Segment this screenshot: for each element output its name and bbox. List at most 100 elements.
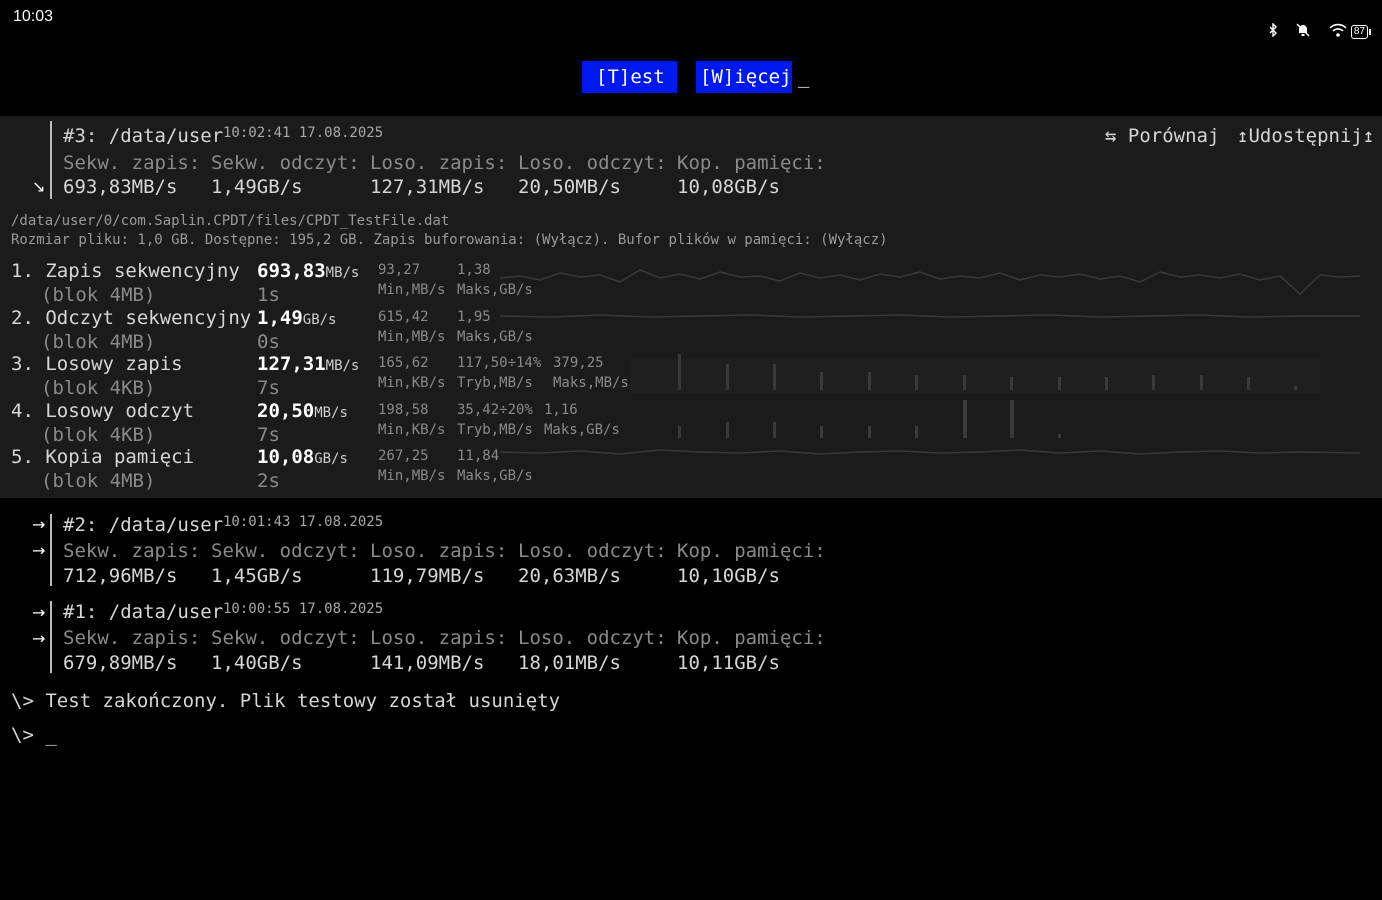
more-button[interactable]: [W]ięcej (696, 61, 792, 93)
status-icons: 87 (1254, 8, 1372, 55)
value-mem-copy: 10,11GB/s (677, 652, 780, 674)
toolbar-cursor: _ (798, 66, 810, 88)
graph-seq-read (500, 314, 1360, 318)
test-duration: 1s (257, 284, 280, 306)
test-duration: 7s (257, 377, 280, 399)
stat-value: 165,62 (378, 355, 429, 371)
console-message: \> Test zakończony. Plik testowy został … (11, 690, 561, 712)
console-prompt[interactable]: \> _ (11, 724, 57, 746)
stat-value: 1,38 (457, 262, 491, 278)
stat-label: Min,MB/s (378, 329, 446, 345)
test-unit: MB/s (325, 265, 360, 281)
test-duration: 2s (257, 470, 280, 492)
graph-seq-write (500, 269, 1361, 296)
graph-rand-write (630, 354, 1320, 393)
test-unit: MB/s (325, 358, 360, 374)
value-rand-read: 20,63MB/s (518, 565, 621, 587)
value-seq-read: 1,49GB/s (211, 176, 303, 198)
run-title: #1: /data/user (63, 601, 224, 623)
stat-label: Min,MB/s (378, 468, 446, 484)
run-timestamp: 10:00:55 17.08.2025 (223, 601, 384, 617)
share-button[interactable]: ↥Udostępnij↥ (1237, 125, 1374, 147)
value-mem-copy: 10,08GB/s (677, 176, 780, 198)
header-mem-copy: Kop. pamięci: (677, 152, 826, 174)
value-seq-read: 1,40GB/s (211, 652, 303, 674)
run-divider (50, 601, 52, 673)
run-timestamp: 10:02:41 17.08.2025 (223, 125, 384, 141)
header-mem-copy: Kop. pamięci: (677, 540, 826, 562)
header-seq-read: Sekw. odczyt: (211, 152, 360, 174)
stat-label: Tryb,MB/s (457, 375, 533, 391)
arrow-right-icon[interactable]: → (32, 541, 45, 560)
value-rand-read: 20,50MB/s (518, 176, 621, 198)
test-name: 5. Kopia pamięci (11, 446, 195, 468)
graph-mem-copy (500, 449, 1361, 455)
status-time: 10:03 (13, 8, 54, 25)
header-mem-copy: Kop. pamięci: (677, 627, 826, 649)
stat-value: 615,42 (378, 309, 429, 325)
value-seq-read: 1,45GB/s (211, 565, 303, 587)
header-seq-read: Sekw. odczyt: (211, 540, 360, 562)
stat-label: Maks,GB/s (457, 468, 533, 484)
test-block: (blok 4MB) (41, 331, 156, 353)
battery-icon: 87 (1350, 24, 1372, 39)
header-rand-read: Loso. odczyt: (518, 627, 667, 649)
run-divider (50, 514, 52, 586)
stat-value: 198,58 (378, 402, 429, 418)
test-value: 127,31MB/s (257, 353, 360, 375)
stat-value: 11,84 (457, 448, 500, 464)
arrow-right-icon[interactable]: → (32, 603, 45, 622)
stat-label: Maks,GB/s (457, 282, 533, 298)
header-rand-read: Loso. odczyt: (518, 152, 667, 174)
stat-label: Maks,MB/s (553, 375, 629, 391)
file-path: /data/user/0/com.Saplin.CPDT/files/CPDT_… (11, 213, 450, 229)
value-seq-write: 712,96MB/s (63, 565, 178, 587)
arrow-right-icon[interactable]: → (32, 515, 45, 534)
stat-label: Min,KB/s (378, 422, 446, 438)
value-rand-write: 141,09MB/s (370, 652, 485, 674)
header-rand-read: Loso. odczyt: (518, 540, 667, 562)
test-unit: GB/s (302, 312, 337, 328)
stat-value: 35,42÷20% (457, 402, 533, 418)
test-name: 3. Losowy zapis (11, 353, 183, 375)
test-block: (blok 4KB) (41, 424, 156, 446)
compare-button[interactable]: ⇆ Porównaj (1105, 125, 1219, 147)
bell-off-icon (1282, 8, 1310, 55)
test-button[interactable]: [T]est (582, 61, 677, 93)
stat-value: 267,25 (378, 448, 429, 464)
header-rand-write: Loso. zapis: (370, 627, 508, 649)
header-seq-write: Sekw. zapis: (63, 152, 201, 174)
collapse-icon[interactable]: ↘ (32, 177, 45, 196)
stat-value: 1,95 (457, 309, 491, 325)
stat-label: Min,MB/s (378, 282, 446, 298)
header-seq-read: Sekw. odczyt: (211, 627, 360, 649)
value-rand-write: 127,31MB/s (370, 176, 485, 198)
run-divider (50, 121, 52, 199)
test-value: 10,08GB/s (257, 446, 348, 468)
header-seq-write: Sekw. zapis: (63, 540, 201, 562)
value-mem-copy: 10,10GB/s (677, 565, 780, 587)
stat-value: 117,50÷14% (457, 355, 542, 371)
bluetooth-icon (1254, 8, 1278, 55)
stat-label: Min,KB/s (378, 375, 446, 391)
test-name: 1. Zapis sekwencyjny (11, 260, 240, 282)
test-value: 693,83MB/s (257, 260, 360, 282)
stat-value: 93,27 (378, 262, 421, 278)
wifi-icon (1314, 8, 1347, 55)
test-duration: 7s (257, 424, 280, 446)
file-info: Rozmiar pliku: 1,0 GB. Dostępne: 195,2 G… (11, 232, 888, 248)
arrow-right-icon[interactable]: → (32, 629, 45, 648)
test-block: (blok 4KB) (41, 377, 156, 399)
test-value: 20,50MB/s (257, 400, 348, 422)
test-name: 2. Odczyt sekwencyjny (11, 307, 252, 329)
run-title: #3: /data/user (63, 125, 224, 147)
active-run-panel: ↘ #3: /data/user 10:02:41 17.08.2025 ⇆ P… (0, 116, 1382, 498)
test-unit: GB/s (314, 451, 348, 467)
value-seq-write: 679,89MB/s (63, 652, 178, 674)
stat-label: Maks,GB/s (457, 329, 533, 345)
test-unit: MB/s (314, 405, 348, 421)
header-seq-write: Sekw. zapis: (63, 627, 201, 649)
value-rand-write: 119,79MB/s (370, 565, 485, 587)
test-value: 1,49GB/s (257, 307, 337, 329)
test-block: (blok 4MB) (41, 284, 156, 306)
